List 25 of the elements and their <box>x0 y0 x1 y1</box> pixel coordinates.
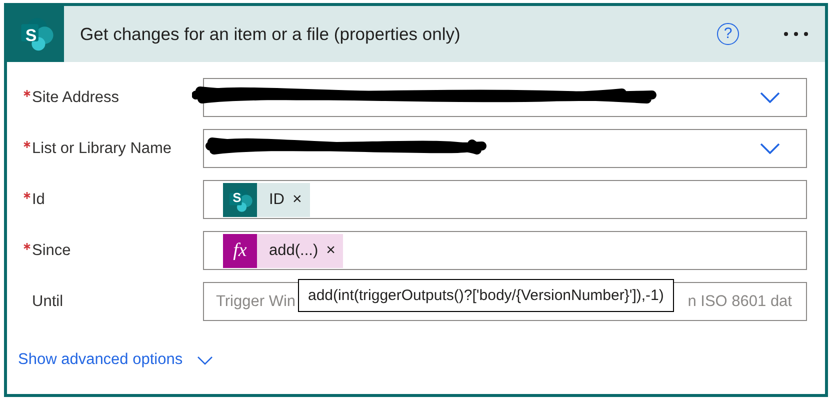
token-chip[interactable]: S ID × <box>223 182 310 216</box>
chevron-down-icon[interactable] <box>760 143 780 154</box>
token-label: ID <box>269 190 284 208</box>
field-label: Until <box>32 292 64 310</box>
more-options-icon[interactable] <box>783 31 809 37</box>
remove-token-button[interactable]: × <box>326 242 336 260</box>
action-title: Get changes for an item or a file (properties only) <box>80 24 462 44</box>
placeholder-text: n ISO 8601 dat <box>688 292 792 310</box>
token-field[interactable]: S ID × <box>203 180 807 219</box>
show-advanced-link[interactable]: Show advanced options <box>18 351 183 369</box>
field-label: Id <box>32 190 45 208</box>
help-button[interactable]: ? <box>717 23 739 45</box>
field-label: List or Library Name <box>32 140 172 158</box>
function-badge: fx <box>223 234 257 268</box>
chevron-down-icon[interactable] <box>760 92 780 103</box>
chevron-down-icon[interactable] <box>196 356 213 364</box>
token-field[interactable]: fx add(...) × <box>203 231 807 270</box>
token-label: add(...) <box>269 242 318 260</box>
remove-token-button[interactable]: × <box>292 190 302 208</box>
field-label: Since <box>32 242 71 260</box>
expression-tooltip: add(int(triggerOutputs()?['body/{VersionNumber}']),-1) <box>298 279 674 312</box>
dropdown-field[interactable] <box>203 129 807 168</box>
placeholder-text: Trigger Win <box>216 292 296 310</box>
field-label: Site Address <box>32 88 120 106</box>
token-chip[interactable]: fx add(...) × <box>223 234 344 268</box>
